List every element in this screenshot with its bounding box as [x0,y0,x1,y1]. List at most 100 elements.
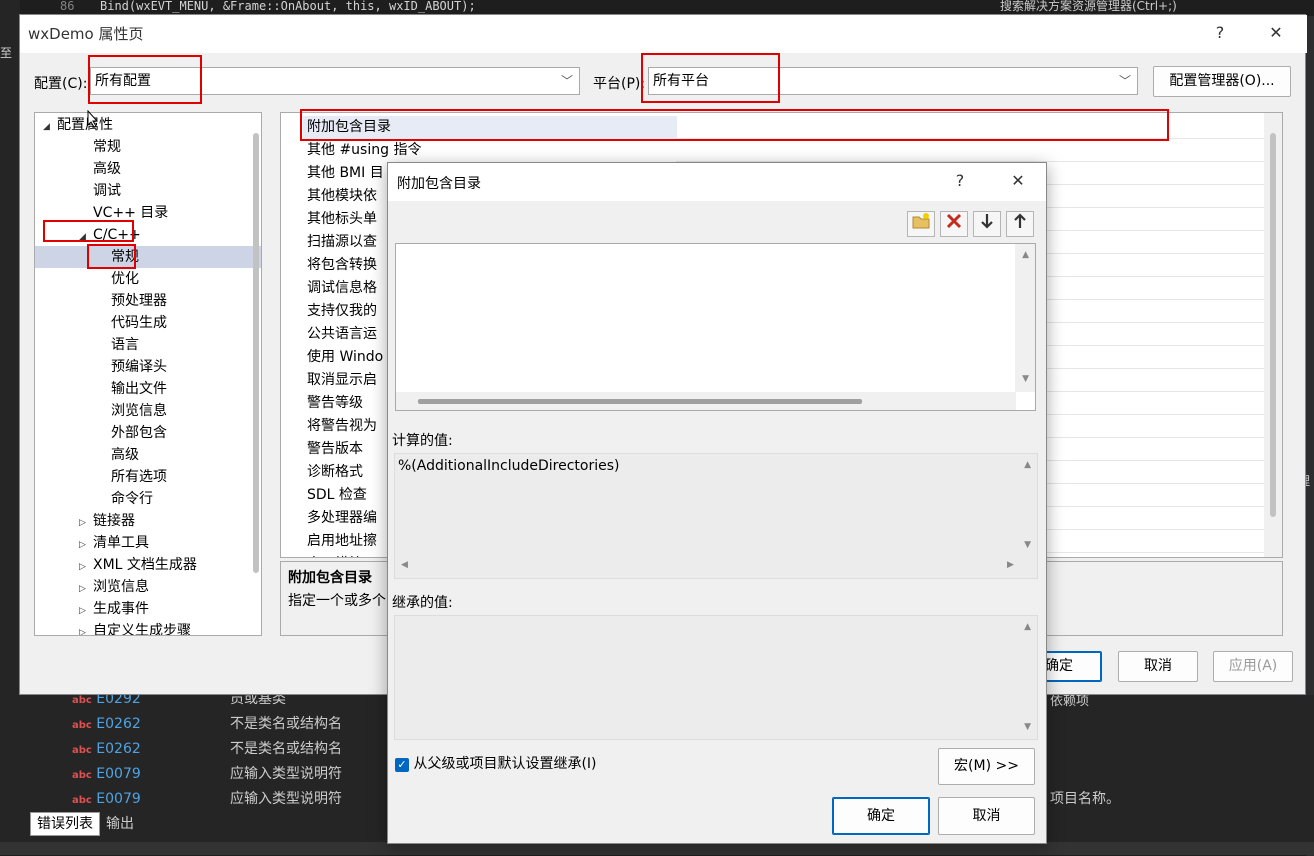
tree-item[interactable]: ▷ 自定义生成步骤 [79,620,191,636]
property-row[interactable]: 公共语言运 [307,323,377,346]
tree-item-label: 高级 [93,161,121,177]
tree-item[interactable]: 常规 [35,246,261,268]
cancel-button[interactable]: 取消 [938,797,1035,835]
property-row[interactable]: 启用地址擦 [307,530,377,553]
tree-item[interactable]: ▷ 清单工具 [79,532,149,554]
tab-output[interactable]: 输出 [100,813,140,835]
property-row[interactable]: 支持仅我的 [307,300,377,323]
vertical-scrollbar[interactable]: ▲ ▼ [1015,244,1035,392]
include-dirs-dialog: 附加包含目录 ? ✕ ▲ ▼ 计算的值: %(AdditionalInclude… [387,162,1047,844]
tree-item-label: 浏览信息 [93,579,149,595]
grid-scroll-thumb[interactable] [1270,133,1276,517]
tree-item[interactable]: ▷ 生成事件 [79,598,149,620]
property-row[interactable]: 多处理器编 [307,507,377,530]
tab-error-list[interactable]: 错误列表 [30,812,100,836]
collapsed-arrow-icon[interactable]: ▷ [79,512,93,534]
collapsed-arrow-icon[interactable]: ▷ [79,556,93,578]
tree-scrollbar[interactable] [253,133,259,573]
property-row[interactable]: 其他标头单 [307,208,377,231]
tree-item[interactable]: 外部包含 [97,422,167,444]
horizontal-scrollbar[interactable] [396,392,1016,410]
delete-icon[interactable] [940,211,968,237]
tree-item[interactable]: 浏览信息 [97,400,167,422]
spelling-icon: abc [72,795,92,806]
scroll-up-icon[interactable]: ▲ [1022,250,1029,260]
grid-scrollbar[interactable] [1264,113,1282,557]
inherited-label: 继承的值: [392,595,453,611]
scroll-thumb[interactable] [418,399,862,404]
property-row[interactable]: 取消显示启 [307,369,377,392]
expanded-arrow-icon[interactable]: ◢ [43,116,57,138]
config-manager-button[interactable]: 配置管理器(O)... [1153,66,1291,97]
apply-button[interactable]: 应用(A) [1213,651,1293,682]
tree-item[interactable]: 常规 [79,136,121,158]
collapsed-arrow-icon[interactable]: ▷ [79,578,93,600]
property-row[interactable]: 启用模块 [307,553,363,557]
checkbox-checked-icon[interactable]: ✓ [395,758,409,772]
property-row[interactable]: 其他 BMI 目 [307,162,384,185]
property-row[interactable]: 使用 Windo [307,346,383,369]
move-down-icon[interactable] [973,211,1001,237]
scroll-left-icon[interactable]: ◀ [401,560,408,570]
tree-item[interactable]: 高级 [97,444,139,466]
collapsed-arrow-icon[interactable]: ▷ [79,534,93,556]
tree-item-label: 自定义生成步骤 [93,623,191,636]
computed-label: 计算的值: [392,433,453,449]
config-label: 配置(C): [34,76,88,92]
directory-list[interactable]: ▲ ▼ [395,243,1036,411]
tree-item[interactable]: 语言 [97,334,139,356]
tree-item[interactable]: ▷ 链接器 [79,510,135,532]
scroll-down-icon[interactable]: ▼ [1024,722,1031,732]
scroll-right-icon[interactable]: ▶ [1007,560,1014,570]
property-row[interactable]: 其他 #using 指令 [307,139,421,162]
property-row[interactable]: 调试信息格 [307,277,377,300]
close-button[interactable]: ✕ [1256,15,1296,53]
error-code: E0262 [96,741,141,757]
error-text: 应输入类型说明符 [230,766,342,782]
code-line[interactable]: Bind(wxEVT_MENU, &Frame::OnAbout, this, … [100,0,980,14]
property-row[interactable]: 将包含转换 [307,254,377,277]
ok-button[interactable]: 确定 [832,797,930,835]
scroll-up-icon[interactable]: ▲ [1024,460,1031,470]
collapsed-arrow-icon[interactable]: ▷ [79,600,93,622]
scroll-down-icon[interactable]: ▼ [1024,540,1031,550]
tree-item[interactable]: ◢ 配置属性 [43,114,113,136]
ide-left-rail [0,0,20,855]
property-row[interactable]: 扫描源以查 [307,231,377,254]
property-row[interactable]: 警告版本 [307,438,363,461]
tree-item-label: 预处理器 [111,293,167,309]
close-button[interactable]: ✕ [998,163,1038,201]
inherit-checkbox-label: 从父级或项目默认设置继承(I) [413,756,597,772]
tree-item-label: 代码生成 [111,315,167,331]
property-row[interactable]: 将警告视为 [307,415,377,438]
scroll-down-icon[interactable]: ▼ [1022,374,1029,384]
tree-item[interactable]: 输出文件 [97,378,167,400]
inherit-checkbox[interactable]: ✓ 从父级或项目默认设置继承(I) [395,753,597,773]
new-folder-icon[interactable] [907,211,935,237]
collapsed-arrow-icon[interactable]: ▷ [79,622,93,635]
spelling-icon: abc [72,720,92,731]
property-row[interactable]: 其他模块依 [307,185,377,208]
scroll-up-icon[interactable]: ▲ [1024,622,1031,632]
property-row[interactable]: 警告等级 [307,392,363,415]
macro-button[interactable]: 宏(M) >> [938,748,1035,785]
tree-item[interactable]: 所有选项 [97,466,167,488]
move-up-icon[interactable] [1006,211,1034,237]
tree-item[interactable]: 代码生成 [97,312,167,334]
tree-item[interactable]: 预处理器 [97,290,167,312]
cancel-button[interactable]: 取消 [1118,651,1198,682]
tree-item[interactable]: ▷ XML 文档生成器 [79,554,197,576]
help-button[interactable]: ? [940,163,980,201]
property-row[interactable]: SDL 检查 [307,484,367,507]
tree-item[interactable]: 优化 [97,268,139,290]
property-row[interactable]: 诊断格式 [307,461,363,484]
tree-item[interactable]: 命令行 [97,488,153,510]
error-code: E0079 [96,766,141,782]
highlight-box [43,220,134,242]
tree-item[interactable]: 高级 [79,158,121,180]
help-button[interactable]: ? [1200,15,1240,53]
tree-item[interactable]: 预编译头 [97,356,167,378]
tree-item[interactable]: ▷ 浏览信息 [79,576,149,598]
tree-item[interactable]: 调试 [79,180,121,202]
left-rail-text: 至 [0,46,13,60]
